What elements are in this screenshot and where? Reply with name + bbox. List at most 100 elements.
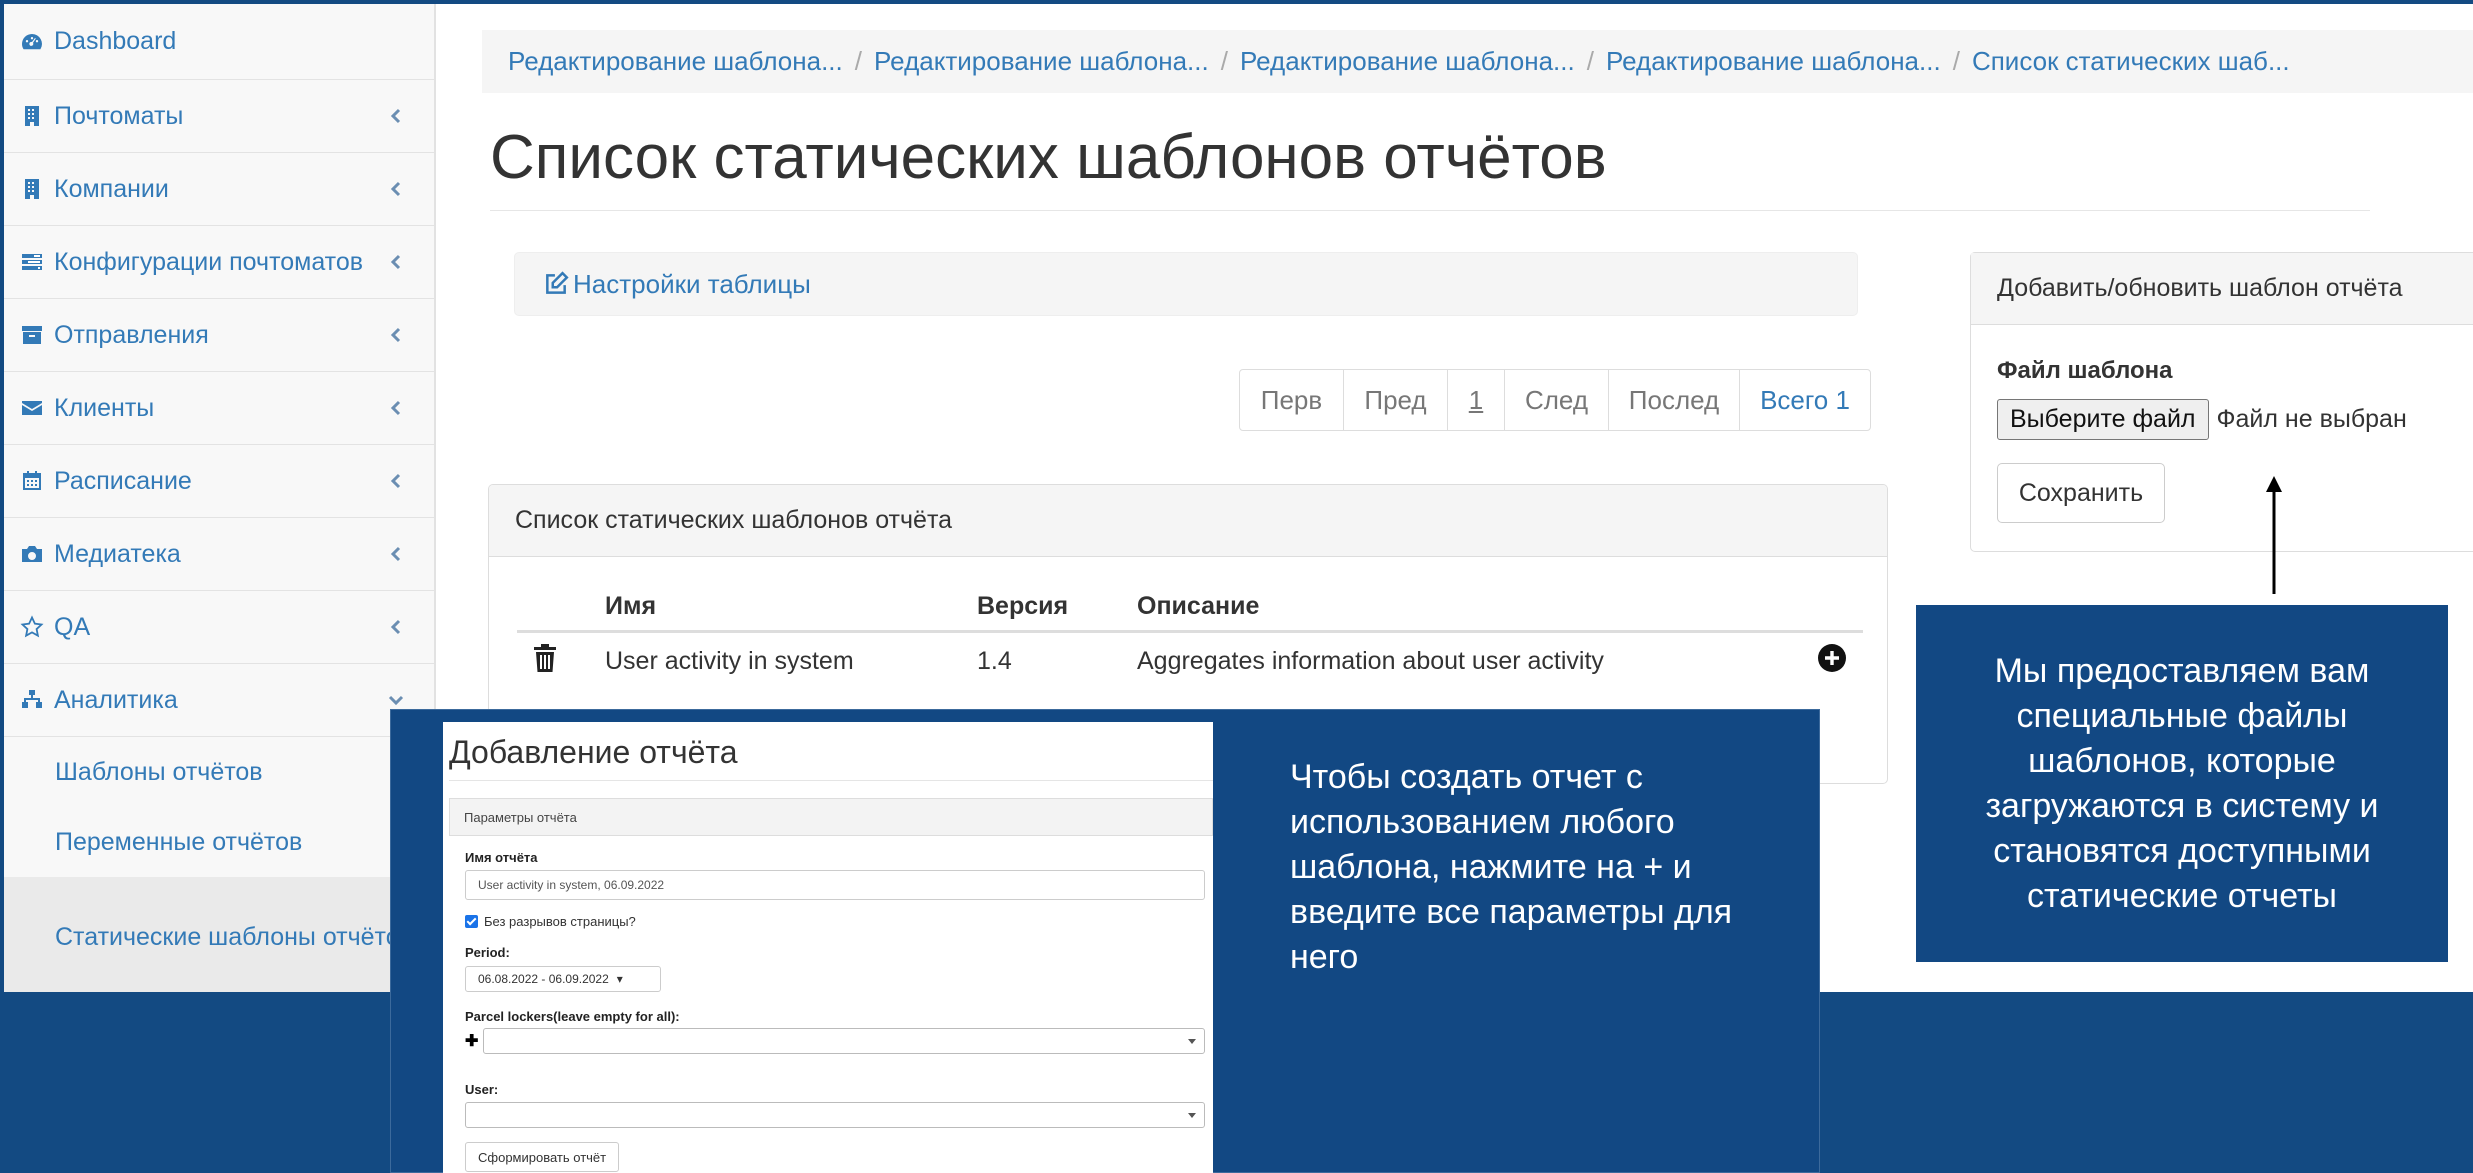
upload-panel: Добавить/обновить шаблон отчёта Файл шаб… <box>1970 252 2473 552</box>
pager-last[interactable]: Послед <box>1609 370 1740 430</box>
sidebar-item-schedule[interactable]: Расписание <box>4 445 434 518</box>
templates-table: Имя Версия Описание User activity in sys… <box>517 583 1863 689</box>
sidebar-item-clients[interactable]: Клиенты <box>4 372 434 445</box>
sidebar-item-dashboard[interactable]: Dashboard <box>4 4 434 80</box>
pagination: Перв Пред 1 След Послед Всего 1 <box>1239 369 1871 431</box>
lockers-select[interactable] <box>483 1028 1205 1054</box>
period-value: 06.08.2022 - 06.09.2022 <box>478 972 609 986</box>
row-description: Aggregates information about user activi… <box>1137 646 1604 675</box>
column-header-description[interactable]: Описание <box>1137 592 1817 621</box>
sidebar-item-analytics[interactable]: Аналитика <box>4 664 434 737</box>
sidebar-item-label: Медиатека <box>54 539 181 568</box>
envelope-icon <box>20 396 54 420</box>
sitemap-icon <box>20 688 54 712</box>
sidebar-item-media[interactable]: Медиатека <box>4 518 434 591</box>
report-name-label: Имя отчёта <box>465 850 538 865</box>
sidebar-item-label: Отправления <box>54 320 209 349</box>
sidebar-item-label: Расписание <box>54 466 192 495</box>
sidebar-subitem-report-variables[interactable]: Переменные отчётов <box>4 807 434 877</box>
chevron-left-icon <box>386 396 410 420</box>
period-label: Period: <box>465 945 510 960</box>
chevron-left-icon <box>386 250 410 274</box>
row-name: User activity in system <box>605 646 854 675</box>
checkbox-checked-icon <box>465 915 478 928</box>
period-picker[interactable]: 06.08.2022 - 06.09.2022 ▾ <box>465 966 661 992</box>
breadcrumb-link[interactable]: Редактирование шаблона... <box>1606 46 1941 77</box>
user-label: User: <box>465 1082 499 1097</box>
add-report-button[interactable] <box>1817 643 1863 680</box>
no-breaks-checkbox[interactable]: Без разрывов страницы? <box>465 914 636 929</box>
column-header-version[interactable]: Версия <box>977 592 1137 621</box>
file-input: Выберите файл Файл не выбран <box>1997 399 2407 440</box>
save-button[interactable]: Сохранить <box>1997 463 2165 523</box>
sidebar-nav: Dashboard Почтоматы Компании Конфигураци… <box>4 4 434 737</box>
table-header: Имя Версия Описание <box>517 583 1863 633</box>
sidebar-item-label: Почтоматы <box>54 101 184 130</box>
breadcrumb-link[interactable]: Редактирование шаблона... <box>508 46 843 77</box>
column-header-name[interactable]: Имя <box>605 592 977 621</box>
sidebar: Dashboard Почтоматы Компании Конфигураци… <box>4 4 436 992</box>
pager-current[interactable]: 1 <box>1448 370 1505 430</box>
sidebar-item-label: Компании <box>54 174 169 203</box>
sidebar-item-qa[interactable]: QA <box>4 591 434 664</box>
upload-panel-title: Добавить/обновить шаблон отчёта <box>1971 253 2473 325</box>
breadcrumb-current[interactable]: Список статических шаб... <box>1972 46 2290 77</box>
tasks-icon <box>20 250 54 274</box>
breadcrumb-link[interactable]: Редактирование шаблона... <box>1240 46 1575 77</box>
sidebar-subitem-static-templates[interactable]: Статические шаблоны отчётов <box>4 877 434 992</box>
breadcrumb-link[interactable]: Редактирование шаблона... <box>874 46 1209 77</box>
report-params-header: Параметры отчёта <box>449 798 1213 836</box>
report-form-screenshot: Добавление отчёта Параметры отчёта Имя о… <box>443 722 1213 1173</box>
panel-title: Список статических шаблонов отчёта <box>489 485 1887 557</box>
camera-icon <box>20 542 54 566</box>
edit-icon <box>546 271 569 294</box>
dashboard-icon <box>20 30 54 54</box>
chevron-left-icon <box>386 104 410 128</box>
delete-button[interactable] <box>517 643 605 680</box>
archive-icon <box>20 323 54 347</box>
sidebar-item-label: Клиенты <box>54 393 155 422</box>
chevron-left-icon <box>386 542 410 566</box>
chevron-left-icon <box>386 323 410 347</box>
sidebar-subitem-report-templates[interactable]: Шаблоны отчётов <box>4 737 434 807</box>
pager-first[interactable]: Перв <box>1240 370 1344 430</box>
no-breaks-label: Без разрывов страницы? <box>484 914 636 929</box>
arrow-up-icon <box>2266 476 2282 594</box>
sidebar-item-companies[interactable]: Компании <box>4 153 434 226</box>
pager-next[interactable]: След <box>1505 370 1609 430</box>
calendar-icon <box>20 469 54 493</box>
row-version: 1.4 <box>977 646 1012 675</box>
pager-prev[interactable]: Пред <box>1344 370 1448 430</box>
no-file-text: Файл не выбран <box>2216 405 2407 433</box>
user-select[interactable] <box>465 1102 1205 1128</box>
sidebar-item-label: Конфигурации почтоматов <box>54 247 364 276</box>
plus-icon[interactable]: ✚ <box>465 1031 478 1051</box>
star-icon <box>20 615 54 639</box>
sidebar-item-postomats[interactable]: Почтоматы <box>4 80 434 153</box>
callout-upload-info: Мы предоставляем вам специальные файлы ш… <box>1916 605 2448 962</box>
title-divider <box>490 210 2370 211</box>
report-form-title: Добавление отчёта <box>449 734 738 770</box>
report-name-input[interactable]: User activity in system, 06.09.2022 <box>465 870 1205 900</box>
sidebar-item-label: Аналитика <box>54 685 178 714</box>
table-settings-button[interactable]: Настройки таблицы <box>514 252 1858 316</box>
breadcrumb-separator: / <box>1586 46 1594 76</box>
pager-total[interactable]: Всего 1 <box>1740 370 1870 430</box>
callout-create-report: Чтобы создать отчет с использованием люб… <box>1290 758 1733 976</box>
sidebar-item-configurations[interactable]: Конфигурации почтоматов <box>4 226 434 299</box>
table-row: User activity in system 1.4 Aggregates i… <box>517 633 1863 689</box>
chevron-left-icon <box>386 469 410 493</box>
sidebar-item-label: QA <box>54 612 91 641</box>
sidebar-submenu: Шаблоны отчётов Переменные отчётов Стати… <box>4 737 434 992</box>
choose-file-button[interactable]: Выберите файл <box>1997 399 2209 440</box>
report-form-divider <box>449 780 1213 781</box>
building-icon <box>20 177 54 201</box>
page-title: Список статических шаблонов отчётов <box>490 123 1607 192</box>
table-settings-label: Настройки таблицы <box>573 268 811 299</box>
sidebar-item-shipments[interactable]: Отправления <box>4 299 434 372</box>
breadcrumb-separator: / <box>1952 46 1960 76</box>
lockers-label: Parcel lockers(leave empty for all): <box>465 1009 680 1024</box>
breadcrumb: Редактирование шаблона... / Редактирован… <box>482 30 2473 93</box>
generate-report-button[interactable]: Сформировать отчёт <box>465 1142 620 1172</box>
plus-circle-icon <box>1818 643 1846 672</box>
